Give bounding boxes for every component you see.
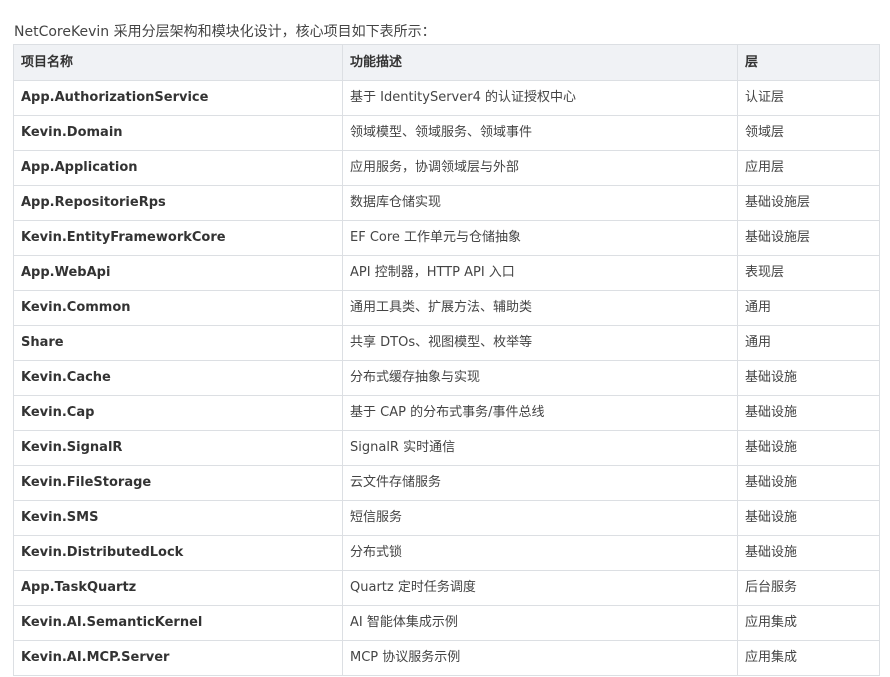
layer-cell: 基础设施 [737, 500, 880, 536]
description-cell: 应用服务，协调领域层与外部 [342, 150, 738, 186]
project-name-cell: App.TaskQuartz [13, 570, 343, 606]
table-row: Kevin.AI.MCP.Server MCP 协议服务示例 应用集成 [13, 640, 880, 676]
layer-cell: 基础设施层 [737, 220, 880, 256]
table-row: Kevin.SignalR SignalR 实时通信 基础设施 [13, 430, 880, 466]
description-cell: Quartz 定时任务调度 [342, 570, 738, 606]
layer-cell: 基础设施 [737, 465, 880, 501]
layer-cell: 基础设施层 [737, 185, 880, 221]
project-name-cell: Kevin.Domain [13, 115, 343, 151]
description-cell: 领域模型、领域服务、领域事件 [342, 115, 738, 151]
table-row: Kevin.Cache 分布式缓存抽象与实现 基础设施 [13, 360, 880, 396]
layer-cell: 后台服务 [737, 570, 880, 606]
table-row: App.WebApi API 控制器，HTTP API 入口 表现层 [13, 255, 880, 291]
table-row: Kevin.SMS 短信服务 基础设施 [13, 500, 880, 536]
table-row: App.AuthorizationService 基于 IdentityServe… [13, 80, 880, 116]
description-cell: 通用工具类、扩展方法、辅助类 [342, 290, 738, 326]
project-name-cell: Kevin.FileStorage [13, 465, 343, 501]
table-row: App.Application 应用服务，协调领域层与外部 应用层 [13, 150, 880, 186]
description-cell: 数据库仓储实现 [342, 185, 738, 221]
table-body: App.AuthorizationService 基于 IdentityServe… [13, 80, 880, 676]
header-project-name: 项目名称 [13, 44, 343, 81]
project-name-cell: App.AuthorizationService [13, 80, 343, 116]
project-name-cell: Kevin.AI.MCP.Server [13, 640, 343, 676]
layer-cell: 表现层 [737, 255, 880, 291]
table-row: Kevin.AI.SemanticKernel AI 智能体集成示例 应用集成 [13, 605, 880, 641]
description-cell: EF Core 工作单元与仓储抽象 [342, 220, 738, 256]
project-name-cell: App.Application [13, 150, 343, 186]
intro-paragraph: NetCoreKevin 采用分层架构和模块化设计，核心项目如下表所示： [14, 24, 436, 40]
project-name-cell: App.RepositorieRps [13, 185, 343, 221]
table-row: App.TaskQuartz Quartz 定时任务调度 后台服务 [13, 570, 880, 606]
description-cell: 基于 IdentityServer4 的认证授权中心 [342, 80, 738, 116]
table-row: App.RepositorieRps 数据库仓储实现 基础设施层 [13, 185, 880, 221]
table-row: Kevin.FileStorage 云文件存储服务 基础设施 [13, 465, 880, 501]
layer-cell: 领域层 [737, 115, 880, 151]
description-cell: 基于 CAP 的分布式事务/事件总线 [342, 395, 738, 431]
description-cell: 云文件存储服务 [342, 465, 738, 501]
layer-cell: 应用集成 [737, 640, 880, 676]
layer-cell: 应用层 [737, 150, 880, 186]
project-name-cell: Kevin.AI.SemanticKernel [13, 605, 343, 641]
project-table: 项目名称 功能描述 层 App.AuthorizationService 基于 I… [13, 44, 880, 676]
description-cell: 分布式缓存抽象与实现 [342, 360, 738, 396]
header-description: 功能描述 [342, 44, 738, 81]
project-name-cell: Kevin.SMS [13, 500, 343, 536]
project-name-cell: Kevin.Common [13, 290, 343, 326]
layer-cell: 通用 [737, 290, 880, 326]
header-layer: 层 [737, 44, 880, 81]
table-row: Kevin.Domain 领域模型、领域服务、领域事件 领域层 [13, 115, 880, 151]
project-name-cell: App.WebApi [13, 255, 343, 291]
header-row: 项目名称 功能描述 层 [13, 44, 880, 81]
description-cell: MCP 协议服务示例 [342, 640, 738, 676]
table-row: Kevin.Common 通用工具类、扩展方法、辅助类 通用 [13, 290, 880, 326]
description-cell: 共享 DTOs、视图模型、枚举等 [342, 325, 738, 361]
description-cell: SignalR 实时通信 [342, 430, 738, 466]
description-cell: AI 智能体集成示例 [342, 605, 738, 641]
project-name-cell: Kevin.SignalR [13, 430, 343, 466]
layer-cell: 基础设施 [737, 535, 880, 571]
table-row: Kevin.DistributedLock 分布式锁 基础设施 [13, 535, 880, 571]
project-name-cell: Kevin.EntityFrameworkCore [13, 220, 343, 256]
project-name-cell: Kevin.Cap [13, 395, 343, 431]
table-row: Share 共享 DTOs、视图模型、枚举等 通用 [13, 325, 880, 361]
project-name-cell: Kevin.Cache [13, 360, 343, 396]
description-cell: 分布式锁 [342, 535, 738, 571]
layer-cell: 应用集成 [737, 605, 880, 641]
layer-cell: 基础设施 [737, 360, 880, 396]
project-name-cell: Share [13, 325, 343, 361]
description-cell: API 控制器，HTTP API 入口 [342, 255, 738, 291]
layer-cell: 基础设施 [737, 395, 880, 431]
table-header: 项目名称 功能描述 层 [13, 44, 880, 81]
layer-cell: 基础设施 [737, 430, 880, 466]
layer-cell: 认证层 [737, 80, 880, 116]
layer-cell: 通用 [737, 325, 880, 361]
table-row: Kevin.EntityFrameworkCore EF Core 工作单元与仓储… [13, 220, 880, 256]
project-name-cell: Kevin.DistributedLock [13, 535, 343, 571]
description-cell: 短信服务 [342, 500, 738, 536]
table-row: Kevin.Cap 基于 CAP 的分布式事务/事件总线 基础设施 [13, 395, 880, 431]
